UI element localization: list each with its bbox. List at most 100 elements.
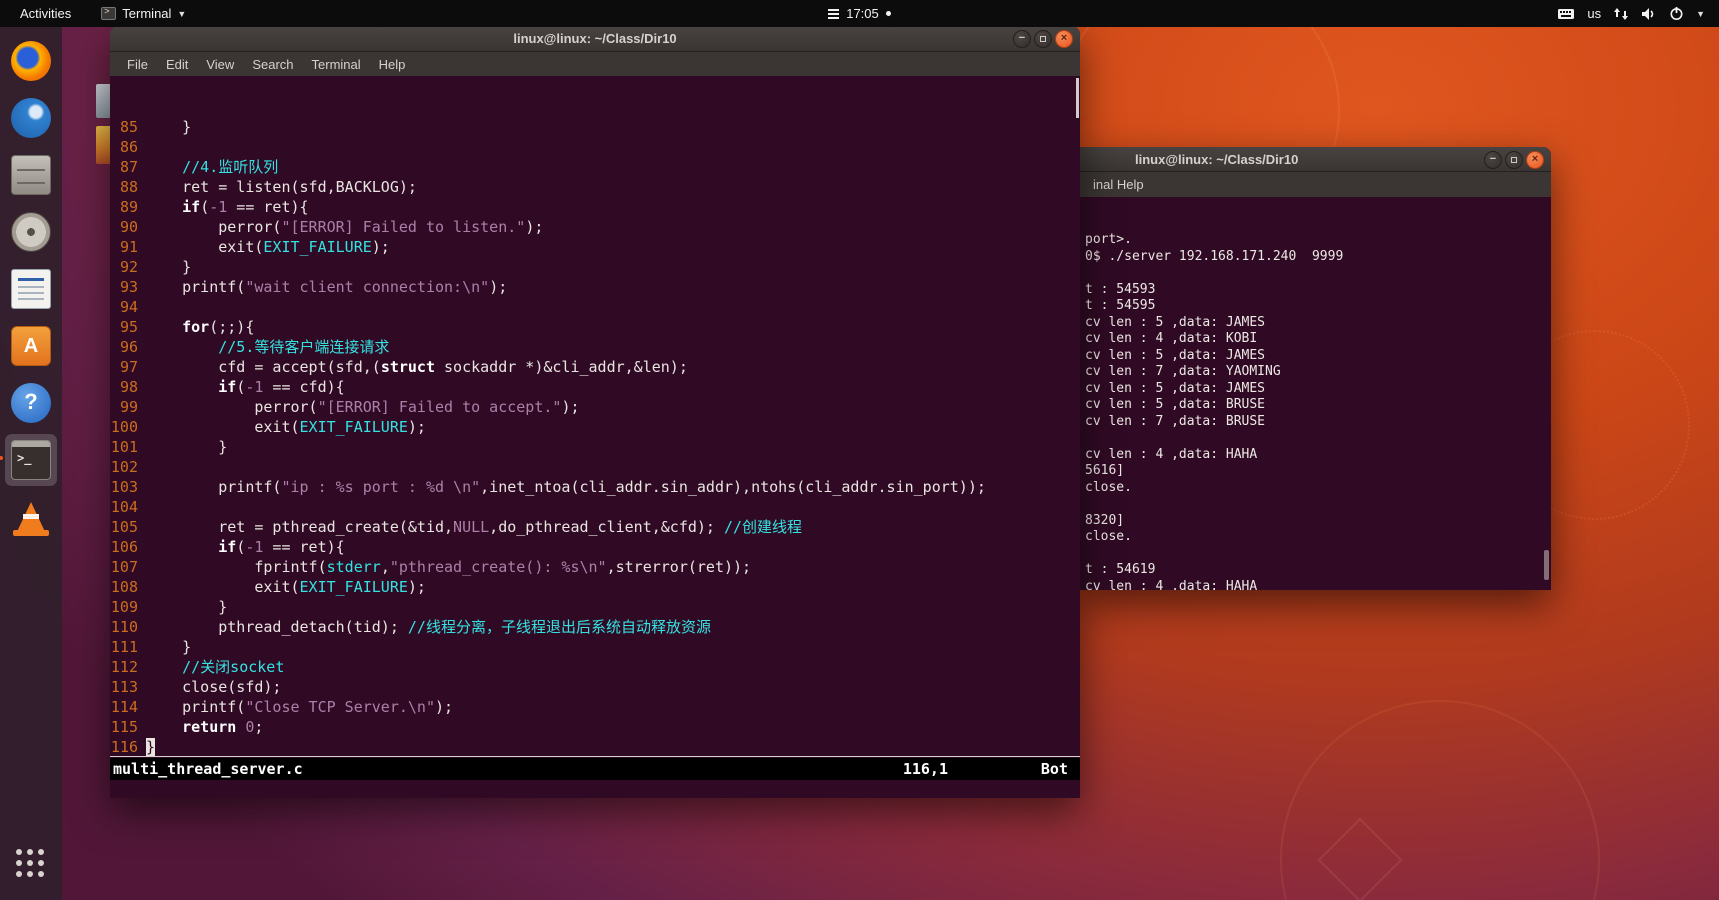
code-line[interactable]: 111 } bbox=[110, 637, 1080, 657]
code-token: ); bbox=[407, 578, 426, 596]
terminal-output-line: cv len : 5 ,data: JAMES bbox=[1085, 347, 1266, 363]
show-applications-button[interactable] bbox=[5, 838, 57, 890]
code-line[interactable]: 99 perror("[ERROR] Failed to accept."); bbox=[110, 397, 1080, 417]
scrollbar-thumb[interactable] bbox=[1544, 550, 1549, 580]
menu-terminal[interactable]: Terminal bbox=[303, 57, 370, 72]
dock-item-thunderbird[interactable] bbox=[5, 92, 57, 144]
code-line[interactable]: 104 bbox=[110, 497, 1080, 517]
terminal-output-line: cv len : 5 ,data: JAMES bbox=[1085, 380, 1266, 396]
dock-item-disc-player[interactable] bbox=[5, 206, 57, 258]
code-line[interactable]: 108 exit(EXIT_FAILURE); bbox=[110, 577, 1080, 597]
dock-item-help[interactable]: ? bbox=[5, 377, 57, 429]
menu-file[interactable]: File bbox=[118, 57, 157, 72]
code-line[interactable]: 94 bbox=[110, 297, 1080, 317]
chevron-down-icon: ▼ bbox=[1696, 8, 1705, 19]
code-line[interactable]: 106 if(-1 == ret){ bbox=[110, 537, 1080, 557]
dock-item-terminal[interactable] bbox=[0, 434, 57, 486]
code-line[interactable]: 116} bbox=[110, 737, 1080, 757]
scrollbar-thumb[interactable] bbox=[1076, 78, 1079, 118]
code-token: if bbox=[218, 538, 237, 556]
server-window-titlebar[interactable]: linux@linux: ~/Class/Dir10 − × bbox=[1080, 147, 1551, 172]
close-button[interactable]: × bbox=[1055, 30, 1073, 48]
dock-item-vlc[interactable] bbox=[5, 491, 57, 543]
code-token: "ip : %s port : %d \n" bbox=[281, 478, 481, 496]
thunderbird-icon bbox=[11, 98, 51, 138]
code-line[interactable]: 110 pthread_detach(tid); //线程分离，子线程退出后系统… bbox=[110, 617, 1080, 637]
line-number: 99 bbox=[119, 398, 138, 416]
clock-menu[interactable]: 17:05 bbox=[800, 0, 920, 27]
code-line[interactable]: 114 printf("Close TCP Server.\n"); bbox=[110, 697, 1080, 717]
vim-command-line[interactable] bbox=[110, 780, 1080, 798]
code-token: "[ERROR] Failed to accept." bbox=[317, 398, 562, 416]
app-menu[interactable]: Terminal ▼ bbox=[95, 0, 192, 27]
code-line[interactable]: 88 ret = listen(sfd,BACKLOG); bbox=[110, 177, 1080, 197]
code-line[interactable]: 113 close(sfd); bbox=[110, 677, 1080, 697]
code-line[interactable]: 98 if(-1 == cfd){ bbox=[110, 377, 1080, 397]
terminal-output-line: port>. bbox=[1085, 232, 1132, 247]
server-terminal-window: linux@linux: ~/Class/Dir10 − × inal Help… bbox=[1080, 147, 1551, 590]
power-icon bbox=[1670, 7, 1683, 20]
line-number: 94 bbox=[119, 298, 138, 316]
close-button[interactable]: × bbox=[1526, 151, 1544, 169]
dock-item-libreoffice-writer[interactable] bbox=[5, 263, 57, 315]
maximize-button[interactable] bbox=[1505, 151, 1523, 169]
menu-search[interactable]: Search bbox=[243, 57, 302, 72]
vim-buffer[interactable]: 85 } 86 87 //4.监听队列 88 ret = listen(sfd,BAC… bbox=[110, 76, 1080, 758]
terminal-icon bbox=[11, 440, 51, 480]
server-terminal-output[interactable]: port>. 0$ ./server 192.168.171.240 9999 t… bbox=[1080, 197, 1551, 590]
code-line[interactable]: 109 } bbox=[110, 597, 1080, 617]
system-tray[interactable]: us ▼ bbox=[1557, 6, 1719, 21]
line-number: 114 bbox=[110, 698, 138, 716]
code-token: "wait client connection:\n" bbox=[245, 278, 490, 296]
code-line[interactable]: 103 printf("ip : %s port : %d \n",inet_n… bbox=[110, 477, 1080, 497]
dock-item-ubuntu-software[interactable]: A bbox=[5, 320, 57, 372]
code-token: } bbox=[146, 638, 192, 656]
dock-item-files[interactable] bbox=[5, 149, 57, 201]
line-number: 100 bbox=[110, 418, 138, 436]
code-line[interactable]: 100 exit(EXIT_FAILURE); bbox=[110, 417, 1080, 437]
vim-window-titlebar[interactable]: linux@linux: ~/Class/Dir10 − × bbox=[110, 26, 1080, 52]
code-line[interactable]: 95 for(;;){ bbox=[110, 317, 1080, 337]
minimize-button[interactable]: − bbox=[1484, 151, 1502, 169]
menu-edit[interactable]: Edit bbox=[157, 57, 197, 72]
code-token: "pthread_create(): %s\n" bbox=[389, 558, 607, 576]
minimize-button[interactable]: − bbox=[1013, 30, 1031, 48]
code-line[interactable]: 107 fprintf(stderr,"pthread_create(): %s… bbox=[110, 557, 1080, 577]
code-line[interactable]: 96 //5.等待客户端连接请求 bbox=[110, 337, 1080, 357]
code-line[interactable]: 87 //4.监听队列 bbox=[110, 157, 1080, 177]
code-line[interactable]: 105 ret = pthread_create(&tid,NULL,do_pt… bbox=[110, 517, 1080, 537]
code-token: //关闭socket bbox=[182, 658, 285, 676]
menu-fragment[interactable]: inal Help bbox=[1084, 177, 1153, 192]
vim-scroll-indicator: Bot bbox=[1040, 760, 1068, 778]
code-line[interactable]: 92 } bbox=[110, 257, 1080, 277]
code-line[interactable]: 115 return 0; bbox=[110, 717, 1080, 737]
menu-view[interactable]: View bbox=[197, 57, 243, 72]
code-line[interactable]: 112 //关闭socket bbox=[110, 657, 1080, 677]
maximize-icon bbox=[1040, 36, 1046, 42]
code-line[interactable]: 97 cfd = accept(sfd,(struct sockaddr *)&… bbox=[110, 357, 1080, 377]
server-window-menubar[interactable]: inal Help bbox=[1080, 172, 1551, 197]
code-token: "Close TCP Server.\n" bbox=[245, 698, 435, 716]
terminal-output-line: cv len : 7 ,data: BRUSE bbox=[1085, 413, 1266, 429]
code-token: sockaddr *)&cli_addr,&len); bbox=[435, 358, 688, 376]
code-line[interactable]: 89 if(-1 == ret){ bbox=[110, 197, 1080, 217]
code-line[interactable]: 85 } bbox=[110, 117, 1080, 137]
menu-help[interactable]: Help bbox=[370, 57, 415, 72]
activities-button[interactable]: Activities bbox=[14, 0, 77, 27]
code-line[interactable]: 90 perror("[ERROR] Failed to listen."); bbox=[110, 217, 1080, 237]
code-token: == ret){ bbox=[263, 538, 345, 556]
code-token: //创建线程 bbox=[723, 518, 803, 536]
code-token: printf( bbox=[146, 478, 282, 496]
dock-item-firefox[interactable] bbox=[5, 35, 57, 87]
code-line[interactable]: 86 bbox=[110, 137, 1080, 157]
terminal-output-line: cv len : 5 ,data: JAMES bbox=[1085, 314, 1266, 330]
code-token: ,do_pthread_client,&cfd); bbox=[489, 518, 724, 536]
code-line[interactable]: 102 bbox=[110, 457, 1080, 477]
code-line[interactable]: 101 } bbox=[110, 437, 1080, 457]
code-line[interactable]: 91 exit(EXIT_FAILURE); bbox=[110, 237, 1080, 257]
code-token: ); bbox=[371, 238, 390, 256]
line-number: 101 bbox=[110, 438, 138, 456]
maximize-button[interactable] bbox=[1034, 30, 1052, 48]
code-line[interactable]: 93 printf("wait client connection:\n"); bbox=[110, 277, 1080, 297]
